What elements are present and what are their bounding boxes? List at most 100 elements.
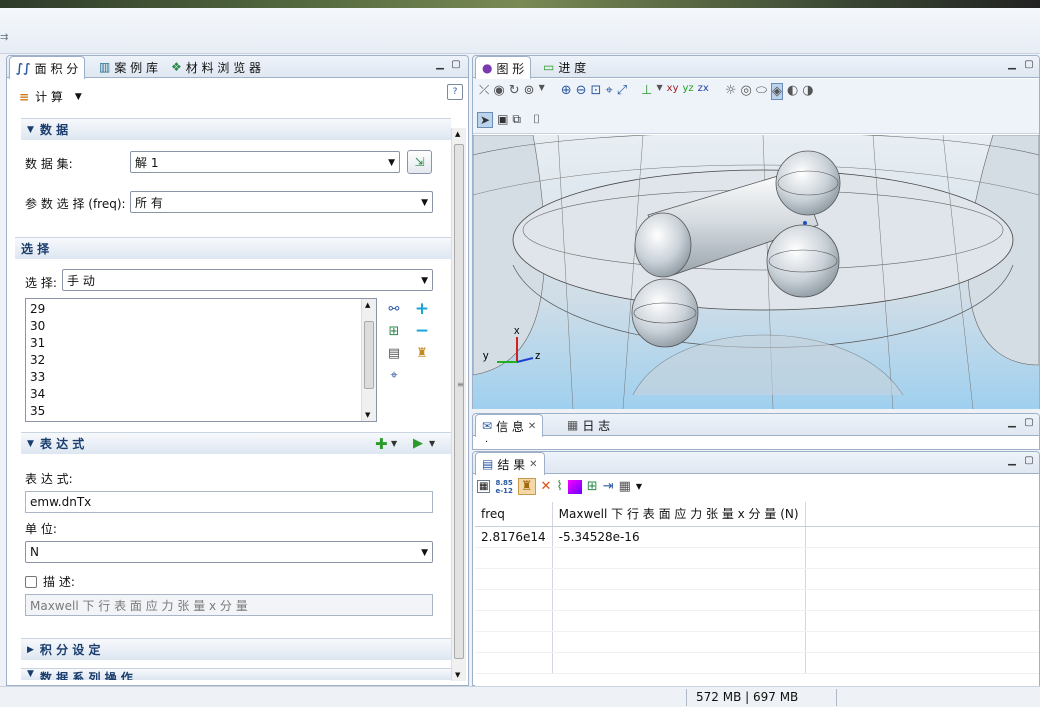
go-to-source-button[interactable]: ⇲ (407, 150, 432, 174)
cell-value[interactable]: -5.34528e-16 (552, 526, 806, 548)
add-icon[interactable]: + (413, 299, 431, 319)
zoom-to-selection-icon[interactable]: ⌖ (385, 366, 403, 384)
camera-settings-icon[interactable]: ⊚ (524, 83, 535, 100)
data-series-header[interactable]: ▼ 数 据 系 列 操 作 (21, 668, 451, 680)
selection-section-header[interactable]: 选 择 (15, 237, 451, 259)
remove-icon[interactable]: − (413, 321, 431, 341)
scroll-up-icon[interactable]: ▲ (455, 130, 460, 138)
scene-light-icon[interactable]: ☼ (725, 83, 737, 100)
view-zx-icon[interactable]: zx (698, 83, 709, 100)
description-checkbox[interactable] (25, 575, 37, 588)
maximize-icon[interactable]: ▢ (1024, 418, 1034, 428)
scroll-up-icon[interactable]: ▲ (365, 301, 370, 309)
compute-button[interactable]: ≡ 计 算 ▼ (19, 88, 82, 105)
scroll-thumb[interactable] (364, 321, 374, 389)
precision-icon[interactable]: 8.85 e-12 (495, 479, 512, 495)
maximize-icon[interactable]: ▢ (1024, 60, 1034, 70)
deselect-icon[interactable]: ⧉ (512, 112, 521, 128)
integration-settings-header[interactable]: ▶ 积 分 设 定 (21, 638, 451, 660)
tab-results[interactable]: ▤ 结 果 ✕ (475, 452, 545, 475)
column-header-maxwell[interactable]: Maxwell 下 行 表 面 应 力 张 量 x 分 量 (N) (552, 502, 806, 527)
3d-viewport[interactable]: x y z (473, 135, 1039, 409)
plot-icon[interactable]: ⌇ (556, 479, 562, 494)
screenshot-icon[interactable]: ⌷ (533, 112, 540, 128)
grid-icon[interactable]: ◐ (787, 83, 798, 100)
selection-list[interactable]: 29 30 31 32 33 34 35 ▲ ▼ (25, 298, 377, 422)
color-table-icon[interactable] (567, 479, 582, 494)
close-icon[interactable]: ✕ (528, 421, 536, 432)
select-box-icon[interactable]: ⚯ (385, 300, 403, 318)
clear-table-icon[interactable]: ♜ (517, 478, 536, 495)
minimize-icon[interactable]: ▁ (1007, 456, 1017, 466)
list-item[interactable]: 32 (26, 352, 376, 369)
param-select[interactable]: 所 有 ▼ (130, 191, 433, 213)
tab-material-browser[interactable]: ❖ 材 料 浏 览 器 (165, 56, 267, 78)
list-item[interactable]: 31 (26, 335, 376, 352)
transparency-toggle-icon[interactable]: ◈ (770, 83, 783, 100)
scroll-down-icon[interactable]: ▼ (365, 411, 370, 419)
description-checkbox-row[interactable]: 描 述: (25, 573, 75, 590)
close-icon[interactable]: ✕ (529, 459, 537, 470)
tab-surface-integration[interactable]: ∫∫ 面 积 分 (9, 56, 86, 79)
list-item[interactable]: 29 (26, 301, 376, 318)
sidebar-handle-icon[interactable]: ⇉ (0, 32, 8, 43)
view-yz-icon[interactable]: yz (683, 83, 694, 100)
list-item[interactable]: 34 (26, 386, 376, 403)
panel-scrollbar[interactable]: ▲ ≡ ▼ (451, 128, 466, 681)
export-table-icon[interactable]: ⇥ (603, 479, 614, 494)
eye-icon[interactable]: ◉ (493, 83, 504, 100)
clear-selection-icon[interactable]: ♜ (413, 344, 431, 362)
tab-case-library[interactable]: ▥ 案 例 库 (93, 56, 164, 78)
list-item[interactable]: 30 (26, 318, 376, 335)
selection-select[interactable]: 手 动 ▼ (62, 269, 433, 291)
select-cursor-icon[interactable]: ➤ (477, 112, 494, 128)
maximize-icon[interactable]: ▢ (451, 60, 461, 70)
chevron-down-icon[interactable]: ▼ (657, 83, 663, 100)
minimize-icon[interactable]: ▁ (435, 60, 445, 70)
select-box-icon[interactable]: ▣ (497, 112, 508, 128)
table-row[interactable]: 2.8176e14 -5.34528e-16 (475, 526, 1039, 548)
copy-table-icon[interactable]: ⊞ (587, 479, 598, 494)
render-icon[interactable]: ⬭ (756, 83, 767, 100)
replace-expression-icon[interactable]: ✚ (375, 435, 388, 453)
tab-progress[interactable]: ▭ 进 度 (537, 56, 592, 78)
chevron-down-icon[interactable]: ▼ (539, 83, 545, 100)
zoom-in-icon[interactable]: ⊕ (561, 83, 572, 100)
full-precision-icon[interactable]: ▦ (477, 480, 491, 493)
expression-field[interactable]: emw.dnTx (25, 491, 433, 513)
list-item[interactable]: 33 (26, 369, 376, 386)
minimize-icon[interactable]: ▁ (1007, 418, 1017, 428)
copy-selection-icon[interactable]: ⊞ (385, 322, 403, 340)
export-icon[interactable]: ◑ (802, 83, 813, 100)
unit-select[interactable]: N ▼ (25, 541, 433, 563)
description-field[interactable]: Maxwell 下 行 表 面 应 力 张 量 x 分 量 (25, 594, 433, 616)
tab-log[interactable]: ▦ 日 志 (561, 414, 616, 436)
zoom-extents-icon[interactable]: ⤢ (617, 83, 627, 100)
list-item[interactable]: 35 (26, 403, 376, 420)
refresh-icon[interactable]: ↻ (509, 83, 520, 100)
cell-freq[interactable]: 2.8176e14 (475, 526, 553, 548)
column-header-freq[interactable]: freq (475, 502, 553, 527)
delete-icon[interactable]: ✕ (541, 479, 552, 494)
zoom-box-icon[interactable]: ⊡ (591, 83, 602, 100)
scroll-down-icon[interactable]: ▼ (455, 671, 460, 679)
chevron-down-icon[interactable]: ▼ (636, 482, 642, 491)
view-xy-icon[interactable]: xy (667, 83, 679, 100)
list-scrollbar[interactable]: ▲ ▼ (361, 299, 376, 421)
help-icon[interactable]: ? (447, 84, 463, 100)
maximize-icon[interactable]: ▢ (1024, 456, 1034, 466)
tab-graphics[interactable]: ● 图 形 (475, 56, 532, 79)
paste-icon[interactable]: ▤ (385, 344, 403, 362)
axis-orientation-icon[interactable]: ⊥ (641, 83, 652, 100)
table-layout-icon[interactable]: ▦ (619, 479, 631, 494)
dataset-select[interactable]: 解 1 ▼ (130, 151, 400, 173)
model-scene[interactable]: x y z (473, 135, 1039, 409)
zoom-out-icon[interactable]: ⊖ (576, 83, 587, 100)
zoom-selection-icon[interactable]: ⌖ (605, 83, 612, 100)
expression-section-header[interactable]: ▼ 表 达 式 ✚ ▼ ▶ ▼ (21, 432, 451, 454)
scroll-thumb[interactable]: ≡ (454, 144, 464, 659)
minimize-icon[interactable]: ▁ (1007, 60, 1017, 70)
insert-expression-icon[interactable]: ▶ (413, 436, 423, 451)
transparency-icon[interactable]: ⤫ (479, 83, 489, 100)
wireframe-icon[interactable]: ◎ (741, 83, 752, 100)
